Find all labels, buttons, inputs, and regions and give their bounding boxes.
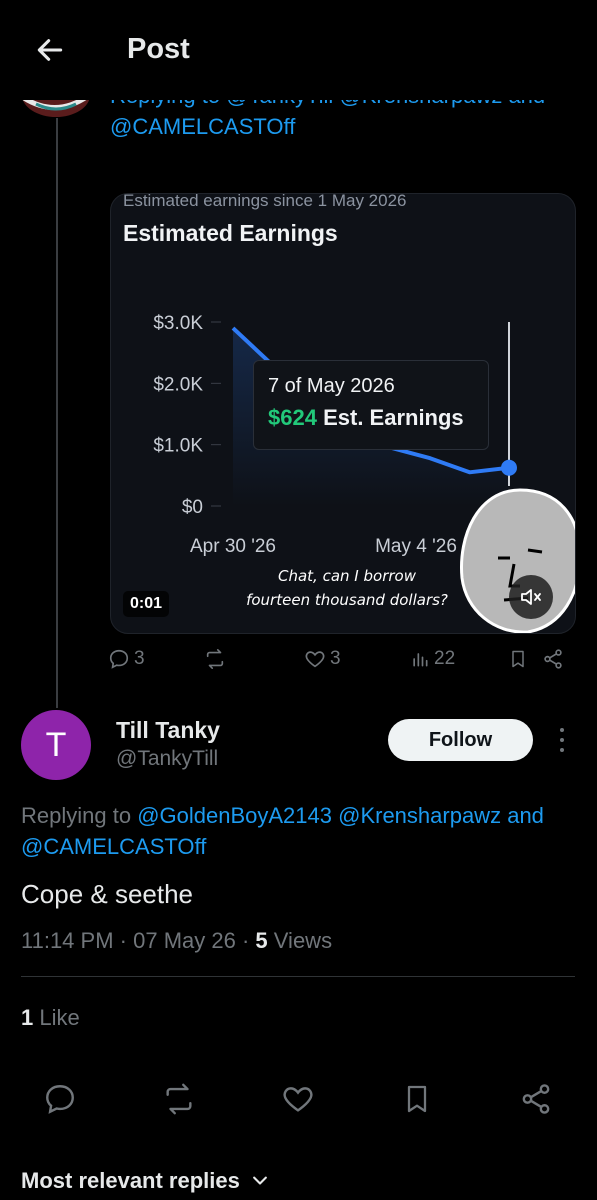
- repost-button[interactable]: [158, 1078, 200, 1120]
- views-label: Views: [273, 928, 333, 953]
- video-duration: 0:01: [123, 591, 170, 617]
- chart-tooltip: 7 of May 2026 $624 Est. Earnings: [253, 360, 489, 450]
- share-button[interactable]: [515, 1078, 557, 1120]
- likes-count: 1: [21, 1005, 34, 1030]
- view-count: 5: [255, 928, 268, 953]
- display-name[interactable]: Till Tanky: [116, 717, 220, 744]
- repost-action[interactable]: [204, 648, 226, 670]
- bookmark-icon: [407, 1085, 427, 1113]
- bookmark-action[interactable]: [508, 648, 528, 670]
- reply-action[interactable]: 3: [108, 648, 145, 670]
- share-icon: [522, 1084, 550, 1114]
- mention-link-last[interactable]: @CAMELCASTOff: [21, 834, 206, 859]
- heart-icon: [305, 651, 325, 668]
- repost-icon: [166, 1083, 192, 1115]
- post-text: Cope & seethe: [21, 879, 194, 909]
- bookmark-icon: [512, 650, 524, 668]
- analytics-icon: [413, 653, 428, 667]
- speaker-muted-icon: [521, 589, 541, 605]
- tooltip-label: Est. Earnings: [323, 405, 464, 430]
- share-icon: [544, 649, 562, 669]
- mute-button[interactable]: [509, 575, 553, 619]
- back-button[interactable]: [30, 30, 70, 70]
- tooltip-value: $624: [268, 405, 317, 430]
- dot-icon: [560, 748, 564, 752]
- reply-icon: [46, 1085, 74, 1114]
- user-handle[interactable]: @TankyTill: [116, 747, 218, 771]
- data-point: [501, 459, 517, 476]
- replies-sort-dropdown[interactable]: Most relevant replies: [21, 1168, 270, 1194]
- top-bar: Post: [0, 0, 597, 100]
- reply-button[interactable]: [39, 1078, 81, 1120]
- replying-to: Replying to @GoldenBoyA2143 @Krensharpaw…: [21, 800, 591, 862]
- parent-action-bar: 3 3 22: [108, 648, 568, 678]
- mentions-link[interactable]: @GoldenBoyA2143 @Krensharpawz: [137, 803, 501, 828]
- post-meta: 11:14 PM · 07 May 26 · 5 Views: [21, 928, 333, 953]
- y-tick-label: $0: [182, 497, 203, 518]
- page-title: Post: [127, 33, 190, 65]
- like-action[interactable]: 3: [304, 648, 341, 670]
- likes-label: Like: [39, 1005, 80, 1030]
- caption-line-2: fourteen thousand dollars?: [246, 591, 448, 609]
- thread-line: [56, 118, 58, 708]
- replies-sort-label: Most relevant replies: [21, 1168, 240, 1193]
- chevron-down-icon: [253, 1176, 267, 1185]
- arrow-left-icon: [37, 39, 63, 61]
- tooltip-date: 7 of May 2026: [268, 375, 395, 397]
- likes-summary[interactable]: 1 Like: [21, 1005, 80, 1031]
- dot-icon: [560, 738, 564, 742]
- replying-prefix: Replying to: [21, 803, 132, 828]
- like-button[interactable]: [277, 1078, 319, 1120]
- heart-icon: [283, 1087, 313, 1112]
- y-tick-label: $1.0K: [153, 436, 203, 457]
- video-media[interactable]: Estimated earnings since 1 May 2026 Esti…: [110, 193, 576, 634]
- replying-and: and: [507, 803, 544, 828]
- x-tick-label: May 4 '26: [375, 536, 457, 557]
- avatar[interactable]: T: [21, 710, 91, 780]
- share-action[interactable]: [542, 648, 564, 670]
- repost-icon: [206, 649, 224, 669]
- dot-icon: [560, 728, 564, 732]
- views-action[interactable]: 22: [410, 648, 455, 670]
- bookmark-button[interactable]: [396, 1078, 438, 1120]
- y-tick-label: $2.0K: [153, 374, 203, 395]
- post-date[interactable]: 07 May 26: [133, 928, 236, 953]
- divider: [21, 976, 575, 977]
- meme-caption: Chat, can I borrow fourteen thousand dol…: [232, 564, 462, 612]
- x-tick-label: Apr 30 '26: [190, 536, 276, 557]
- reply-icon: [109, 649, 129, 669]
- reply-count: 3: [134, 648, 145, 669]
- view-count: 22: [434, 648, 456, 669]
- like-count: 3: [330, 648, 341, 669]
- caption-line-1: Chat, can I borrow: [278, 567, 416, 585]
- post-action-bar: [0, 1078, 597, 1120]
- y-tick-label: $3.0K: [153, 313, 203, 334]
- more-options-button[interactable]: [552, 725, 572, 755]
- follow-button[interactable]: Follow: [388, 719, 533, 761]
- tooltip-value-row: $624 Est. Earnings: [268, 405, 464, 431]
- post-time[interactable]: 11:14 PM: [21, 928, 114, 953]
